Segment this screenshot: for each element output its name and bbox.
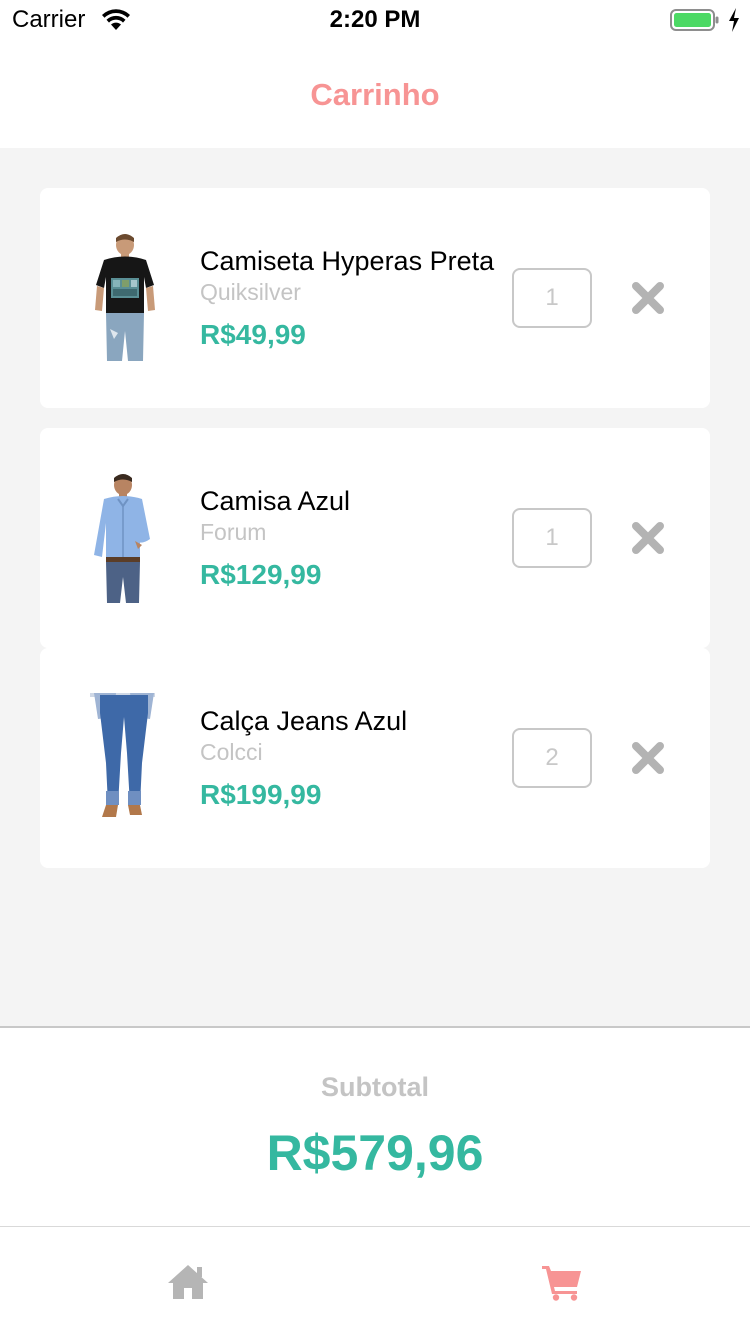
cart-item: Camiseta Hyperas Preta Quiksilver R$49,9…: [40, 188, 710, 408]
home-icon: [168, 1265, 208, 1299]
cart-screen: Carrier 2:20 PM Carrinho Camiseta Hypera…: [0, 0, 750, 1334]
quantity-input[interactable]: 2: [512, 728, 592, 788]
product-brand: Forum: [200, 519, 267, 545]
quantity-input[interactable]: 1: [512, 268, 592, 328]
quantity-input[interactable]: 1: [512, 508, 592, 568]
cart-icon: [542, 1266, 581, 1301]
tab-bar: [0, 1227, 750, 1334]
product-info: Camisa Azul Forum R$129,99: [200, 428, 500, 648]
cart-list: Camiseta Hyperas Preta Quiksilver R$49,9…: [0, 148, 750, 1026]
product-brand: Quiksilver: [200, 279, 301, 305]
product-image: [90, 693, 155, 817]
tab-home[interactable]: [0, 1227, 375, 1334]
product-price: R$199,99: [200, 779, 322, 810]
page-title: Carrinho: [310, 77, 440, 112]
cart-item: Camisa Azul Forum R$129,99 1: [40, 428, 710, 648]
status-time: 2:20 PM: [329, 6, 421, 33]
product-name: Camiseta Hyperas Preta: [200, 246, 495, 276]
header: Carrinho: [0, 40, 750, 148]
product-image: [95, 234, 155, 361]
product-price: R$49,99: [200, 319, 306, 350]
product-price: R$129,99: [200, 559, 322, 590]
tab-cart[interactable]: [375, 1227, 750, 1334]
subtotal-section: Subtotal R$579,96: [0, 1028, 750, 1226]
product-info: Camiseta Hyperas Preta Quiksilver R$49,9…: [200, 188, 500, 408]
product-info: Calça Jeans Azul Colcci R$199,99: [200, 648, 500, 868]
subtotal-label: Subtotal: [321, 1072, 429, 1102]
charging-bolt-icon: [729, 8, 739, 32]
product-name: Camisa Azul: [200, 486, 351, 516]
battery-icon: [670, 9, 719, 31]
close-icon[interactable]: [630, 280, 666, 316]
cart-item: Calça Jeans Azul Colcci R$199,99 2: [40, 648, 710, 868]
close-icon[interactable]: [630, 740, 666, 776]
product-brand: Colcci: [200, 739, 263, 765]
status-bar: Carrier 2:20 PM: [0, 0, 750, 40]
product-image: [94, 474, 150, 603]
subtotal-value: R$579,96: [266, 1125, 484, 1181]
product-name: Calça Jeans Azul: [200, 706, 408, 736]
close-icon[interactable]: [630, 520, 666, 556]
